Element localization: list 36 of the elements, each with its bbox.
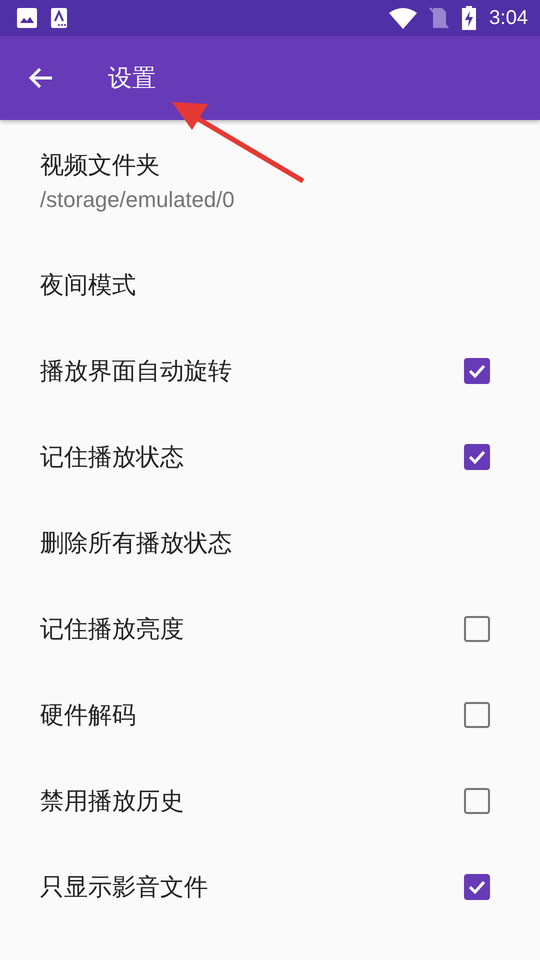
setting-title: 禁用播放历史	[40, 786, 184, 817]
setting-title: 只显示影音文件	[40, 872, 208, 903]
checkbox[interactable]	[464, 874, 490, 900]
checkbox[interactable]	[464, 444, 490, 470]
setting-title: 夜间模式	[40, 270, 136, 301]
screen-title: 设置	[108, 63, 156, 94]
checkmark-icon	[468, 450, 486, 464]
notification-icon	[50, 7, 68, 29]
settings-item[interactable]: 硬件解码	[0, 672, 540, 758]
battery-charging-icon	[461, 6, 478, 30]
no-sim-icon	[429, 7, 450, 29]
setting-title: 播放界面自动旋转	[40, 356, 232, 387]
back-arrow-icon	[28, 67, 54, 89]
setting-title: 硬件解码	[40, 700, 136, 731]
settings-item[interactable]: 只显示影音文件	[0, 844, 540, 930]
checkbox[interactable]	[464, 358, 490, 384]
setting-title: 视频文件夹	[40, 150, 161, 181]
settings-item[interactable]: 夜间模式	[0, 242, 540, 328]
setting-summary: /storage/emulated/0	[40, 187, 234, 213]
settings-item[interactable]: 记住播放状态	[0, 414, 540, 500]
checkbox[interactable]	[464, 788, 490, 814]
settings-item[interactable]: 记住播放亮度	[0, 586, 540, 672]
image-icon	[16, 7, 38, 29]
setting-title: 删除所有播放状态	[40, 528, 232, 559]
checkmark-icon	[468, 880, 486, 894]
wifi-icon	[389, 7, 418, 29]
settings-item[interactable]: 视频文件夹 /storage/emulated/0	[0, 120, 540, 242]
setting-title: 记住播放亮度	[40, 614, 184, 645]
setting-title: 记住播放状态	[40, 442, 184, 473]
checkbox[interactable]	[464, 702, 490, 728]
checkbox[interactable]	[464, 616, 490, 642]
settings-item[interactable]: 禁用播放历史	[0, 758, 540, 844]
status-time: 3:04	[489, 6, 528, 30]
settings-item[interactable]: 删除所有播放状态	[0, 500, 540, 586]
settings-item[interactable]: 播放界面自动旋转	[0, 328, 540, 414]
checkmark-icon	[468, 364, 486, 378]
